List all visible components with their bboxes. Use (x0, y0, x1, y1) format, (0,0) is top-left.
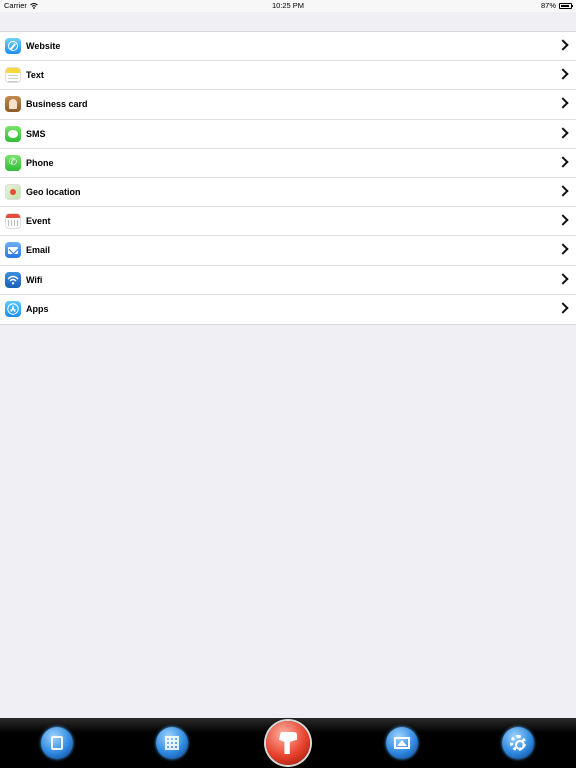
status-bar: Carrier 10:25 PM 87% (0, 0, 576, 12)
tab-bar (0, 718, 576, 768)
image-icon (394, 737, 410, 749)
chevron-right-icon (557, 97, 569, 110)
list-item-sms[interactable]: SMS (0, 120, 576, 149)
list-item-label: SMS (26, 128, 46, 139)
list-item-label: Event (26, 216, 51, 227)
chevron-right-icon (557, 68, 569, 80)
battery-icon (559, 3, 573, 9)
status-right: 87% (540, 0, 573, 12)
compass-icon (5, 38, 21, 54)
content-type-list: Website Text Business card SMS ✆ Phone G… (0, 31, 576, 325)
list-item-label: Wifi (26, 274, 43, 285)
list-item-apps[interactable]: Apps (0, 295, 576, 324)
chevron-right-icon (557, 302, 569, 314)
list-item-event[interactable]: Event (0, 207, 576, 237)
list-item-label: Email (26, 245, 51, 256)
qr-code-icon (165, 736, 179, 750)
image-tab-button[interactable] (386, 727, 418, 759)
chevron-right-icon (557, 39, 569, 51)
chevron-right-icon (557, 243, 569, 255)
list-item-phone[interactable]: ✆ Phone (0, 149, 576, 178)
chevron-right-icon (557, 185, 569, 197)
scan-button[interactable] (266, 721, 310, 765)
app-store-icon (5, 300, 21, 317)
list-item-text[interactable]: Text (0, 61, 576, 91)
map-pin-icon (5, 183, 21, 200)
list-item-label: Business card (26, 99, 88, 110)
list-item-email[interactable]: Email (0, 236, 576, 266)
notes-icon (5, 67, 21, 84)
settings-tab-button[interactable] (502, 727, 534, 759)
list-item-business-card[interactable]: Business card (0, 90, 576, 120)
envelope-icon (5, 242, 21, 259)
list-item-label: Website (26, 41, 61, 52)
contact-card-icon (5, 96, 21, 113)
qr-code-tab-button[interactable] (156, 727, 188, 759)
settings-gear-icon (510, 735, 526, 751)
chevron-right-icon (557, 214, 569, 226)
screen: Carrier 10:25 PM 87% Website Text Busine… (0, 0, 576, 768)
scanner-icon (279, 732, 297, 754)
battery-percent: 87% (540, 1, 556, 10)
phone-icon: ✆ (5, 154, 21, 171)
chevron-right-icon (557, 126, 569, 139)
battery-fill (561, 5, 569, 7)
list-item-label: Apps (26, 304, 49, 315)
chevron-right-icon (557, 156, 569, 168)
list-item-label: Text (26, 70, 44, 81)
list-item-label: Geo location (26, 187, 81, 198)
status-time: 10:25 PM (271, 1, 305, 10)
chevron-right-icon (557, 272, 569, 285)
clipboard-tab-button[interactable] (41, 727, 73, 759)
message-bubble-icon (5, 125, 21, 142)
list-item-wifi[interactable]: Wifi (0, 266, 576, 295)
list-item-label: Phone (26, 157, 54, 168)
clipboard-icon (51, 736, 63, 750)
wifi-icon (5, 271, 21, 288)
list-item-website[interactable]: Website (0, 32, 576, 62)
list-item-geo-location[interactable]: Geo location (0, 178, 576, 208)
calendar-icon (5, 213, 21, 230)
